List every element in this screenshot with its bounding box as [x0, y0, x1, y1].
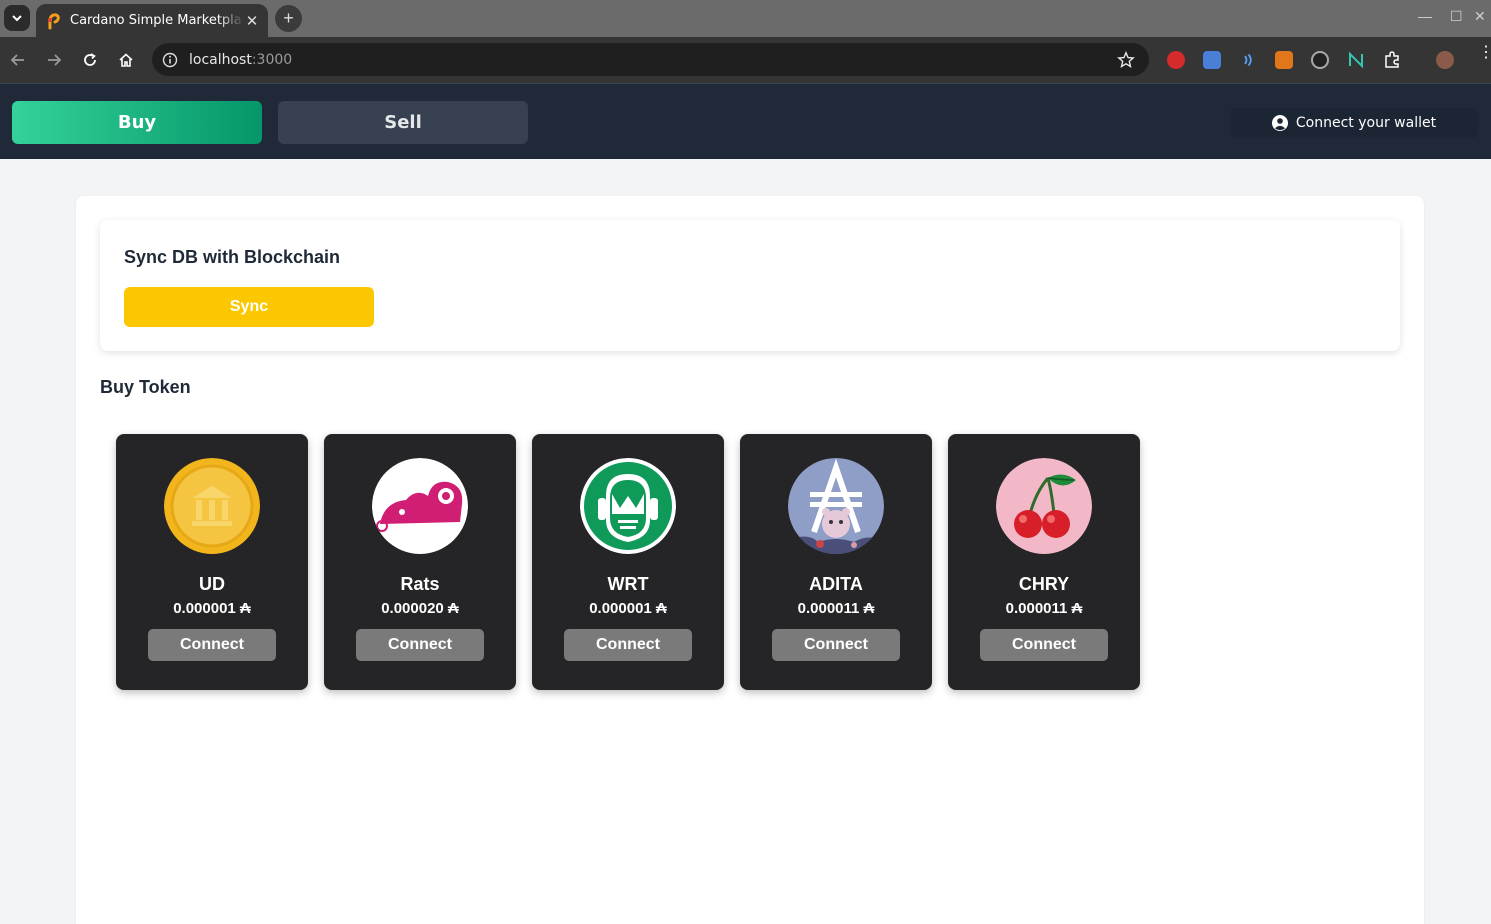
tab-search-button[interactable] [4, 5, 30, 31]
nami-wallet-extension-icon[interactable] [1347, 51, 1365, 69]
token-card: ADITA 0.000011 ₳ Connect [740, 434, 932, 690]
home-icon [119, 53, 133, 67]
cherry-icon [996, 458, 1092, 554]
home-button[interactable] [115, 49, 137, 71]
token-connect-button[interactable]: Connect [980, 629, 1108, 661]
dark-mode-extension-icon[interactable] [1311, 51, 1329, 69]
minimize-icon[interactable]: — [1418, 8, 1432, 24]
translate-extension-icon[interactable] [1203, 51, 1221, 69]
site-info-icon[interactable] [162, 52, 178, 68]
back-button[interactable] [7, 49, 29, 71]
warrior-mask-icon [580, 458, 676, 554]
user-circle-icon [1271, 115, 1288, 131]
address-bar[interactable]: localhost:3000 [152, 43, 1149, 76]
ada-bear-icon [788, 458, 884, 554]
site-favicon-icon [48, 12, 60, 29]
token-card: CHRY 0.000011 ₳ Connect [948, 434, 1140, 690]
tab-title: Cardano Simple Marketplace [70, 13, 244, 28]
token-card: WRT 0.000001 ₳ Connect [532, 434, 724, 690]
forward-button[interactable] [43, 49, 65, 71]
token-name: UD [199, 574, 225, 594]
url-port: :3000 [251, 51, 293, 68]
arrow-right-icon [48, 54, 62, 66]
audio-extension-icon[interactable] [1239, 51, 1257, 69]
chevron-down-icon [12, 15, 22, 22]
profile-avatar[interactable] [1436, 51, 1454, 69]
bookmark-star-icon[interactable] [1117, 51, 1135, 69]
token-card: UD 0.000001 ₳ Connect [116, 434, 308, 690]
browser-tab[interactable]: Cardano Simple Marketplace ✕ [36, 4, 268, 37]
browser-menu-icon[interactable]: ⋮ [1478, 45, 1491, 61]
ad-blocker-extension-icon[interactable] [1167, 51, 1185, 69]
token-name: WRT [607, 574, 649, 594]
sync-card: Sync DB with Blockchain Sync [100, 220, 1400, 351]
reload-button[interactable] [79, 49, 101, 71]
tab-close-icon[interactable]: ✕ [244, 12, 260, 30]
maximize-icon[interactable]: ☐ [1450, 8, 1463, 25]
close-window-icon[interactable]: ✕ [1474, 8, 1486, 25]
reload-icon [84, 53, 96, 66]
app-header: Buy Sell Connect your wallet [0, 83, 1491, 159]
browser-toolbar: localhost:3000 ⋮ [0, 37, 1491, 83]
token-connect-button[interactable]: Connect [564, 629, 692, 661]
url-host: localhost [189, 51, 252, 68]
token-name: ADITA [809, 574, 863, 594]
token-price: 0.000001 ₳ [589, 600, 667, 617]
sync-title: Sync DB with Blockchain [124, 247, 341, 267]
token-list: UD 0.000001 ₳ Connect Rats 0.000020 ₳ Co… [116, 434, 1140, 690]
sell-tab-button[interactable]: Sell [278, 101, 528, 144]
new-tab-button[interactable]: + [275, 5, 302, 32]
sync-button[interactable]: Sync [124, 287, 374, 327]
bank-coin-icon [164, 458, 260, 554]
token-price: 0.000020 ₳ [381, 600, 459, 617]
rat-icon [372, 458, 468, 554]
metamask-fox-icon[interactable] [1275, 51, 1293, 69]
token-connect-button[interactable]: Connect [772, 629, 900, 661]
token-price: 0.000011 ₳ [1005, 600, 1083, 617]
buy-tab-button[interactable]: Buy [12, 101, 262, 144]
connect-wallet-label: Connect your wallet [1295, 115, 1437, 131]
token-name: Rats [400, 574, 440, 594]
arrow-left-icon [10, 54, 24, 66]
extensions-puzzle-icon[interactable] [1383, 51, 1401, 69]
token-price: 0.000001 ₳ [173, 600, 251, 617]
token-connect-button[interactable]: Connect [356, 629, 484, 661]
token-name: CHRY [1018, 574, 1070, 594]
token-connect-button[interactable]: Connect [148, 629, 276, 661]
main-panel: Sync DB with Blockchain Sync Buy Token U… [76, 196, 1424, 924]
browser-tabstrip: Cardano Simple Marketplace ✕ + — ☐ ✕ [0, 0, 1491, 37]
buy-token-heading: Buy Token [100, 377, 191, 397]
token-card: Rats 0.000020 ₳ Connect [324, 434, 516, 690]
token-price: 0.000011 ₳ [797, 600, 875, 617]
connect-wallet-button[interactable]: Connect your wallet [1230, 108, 1478, 138]
